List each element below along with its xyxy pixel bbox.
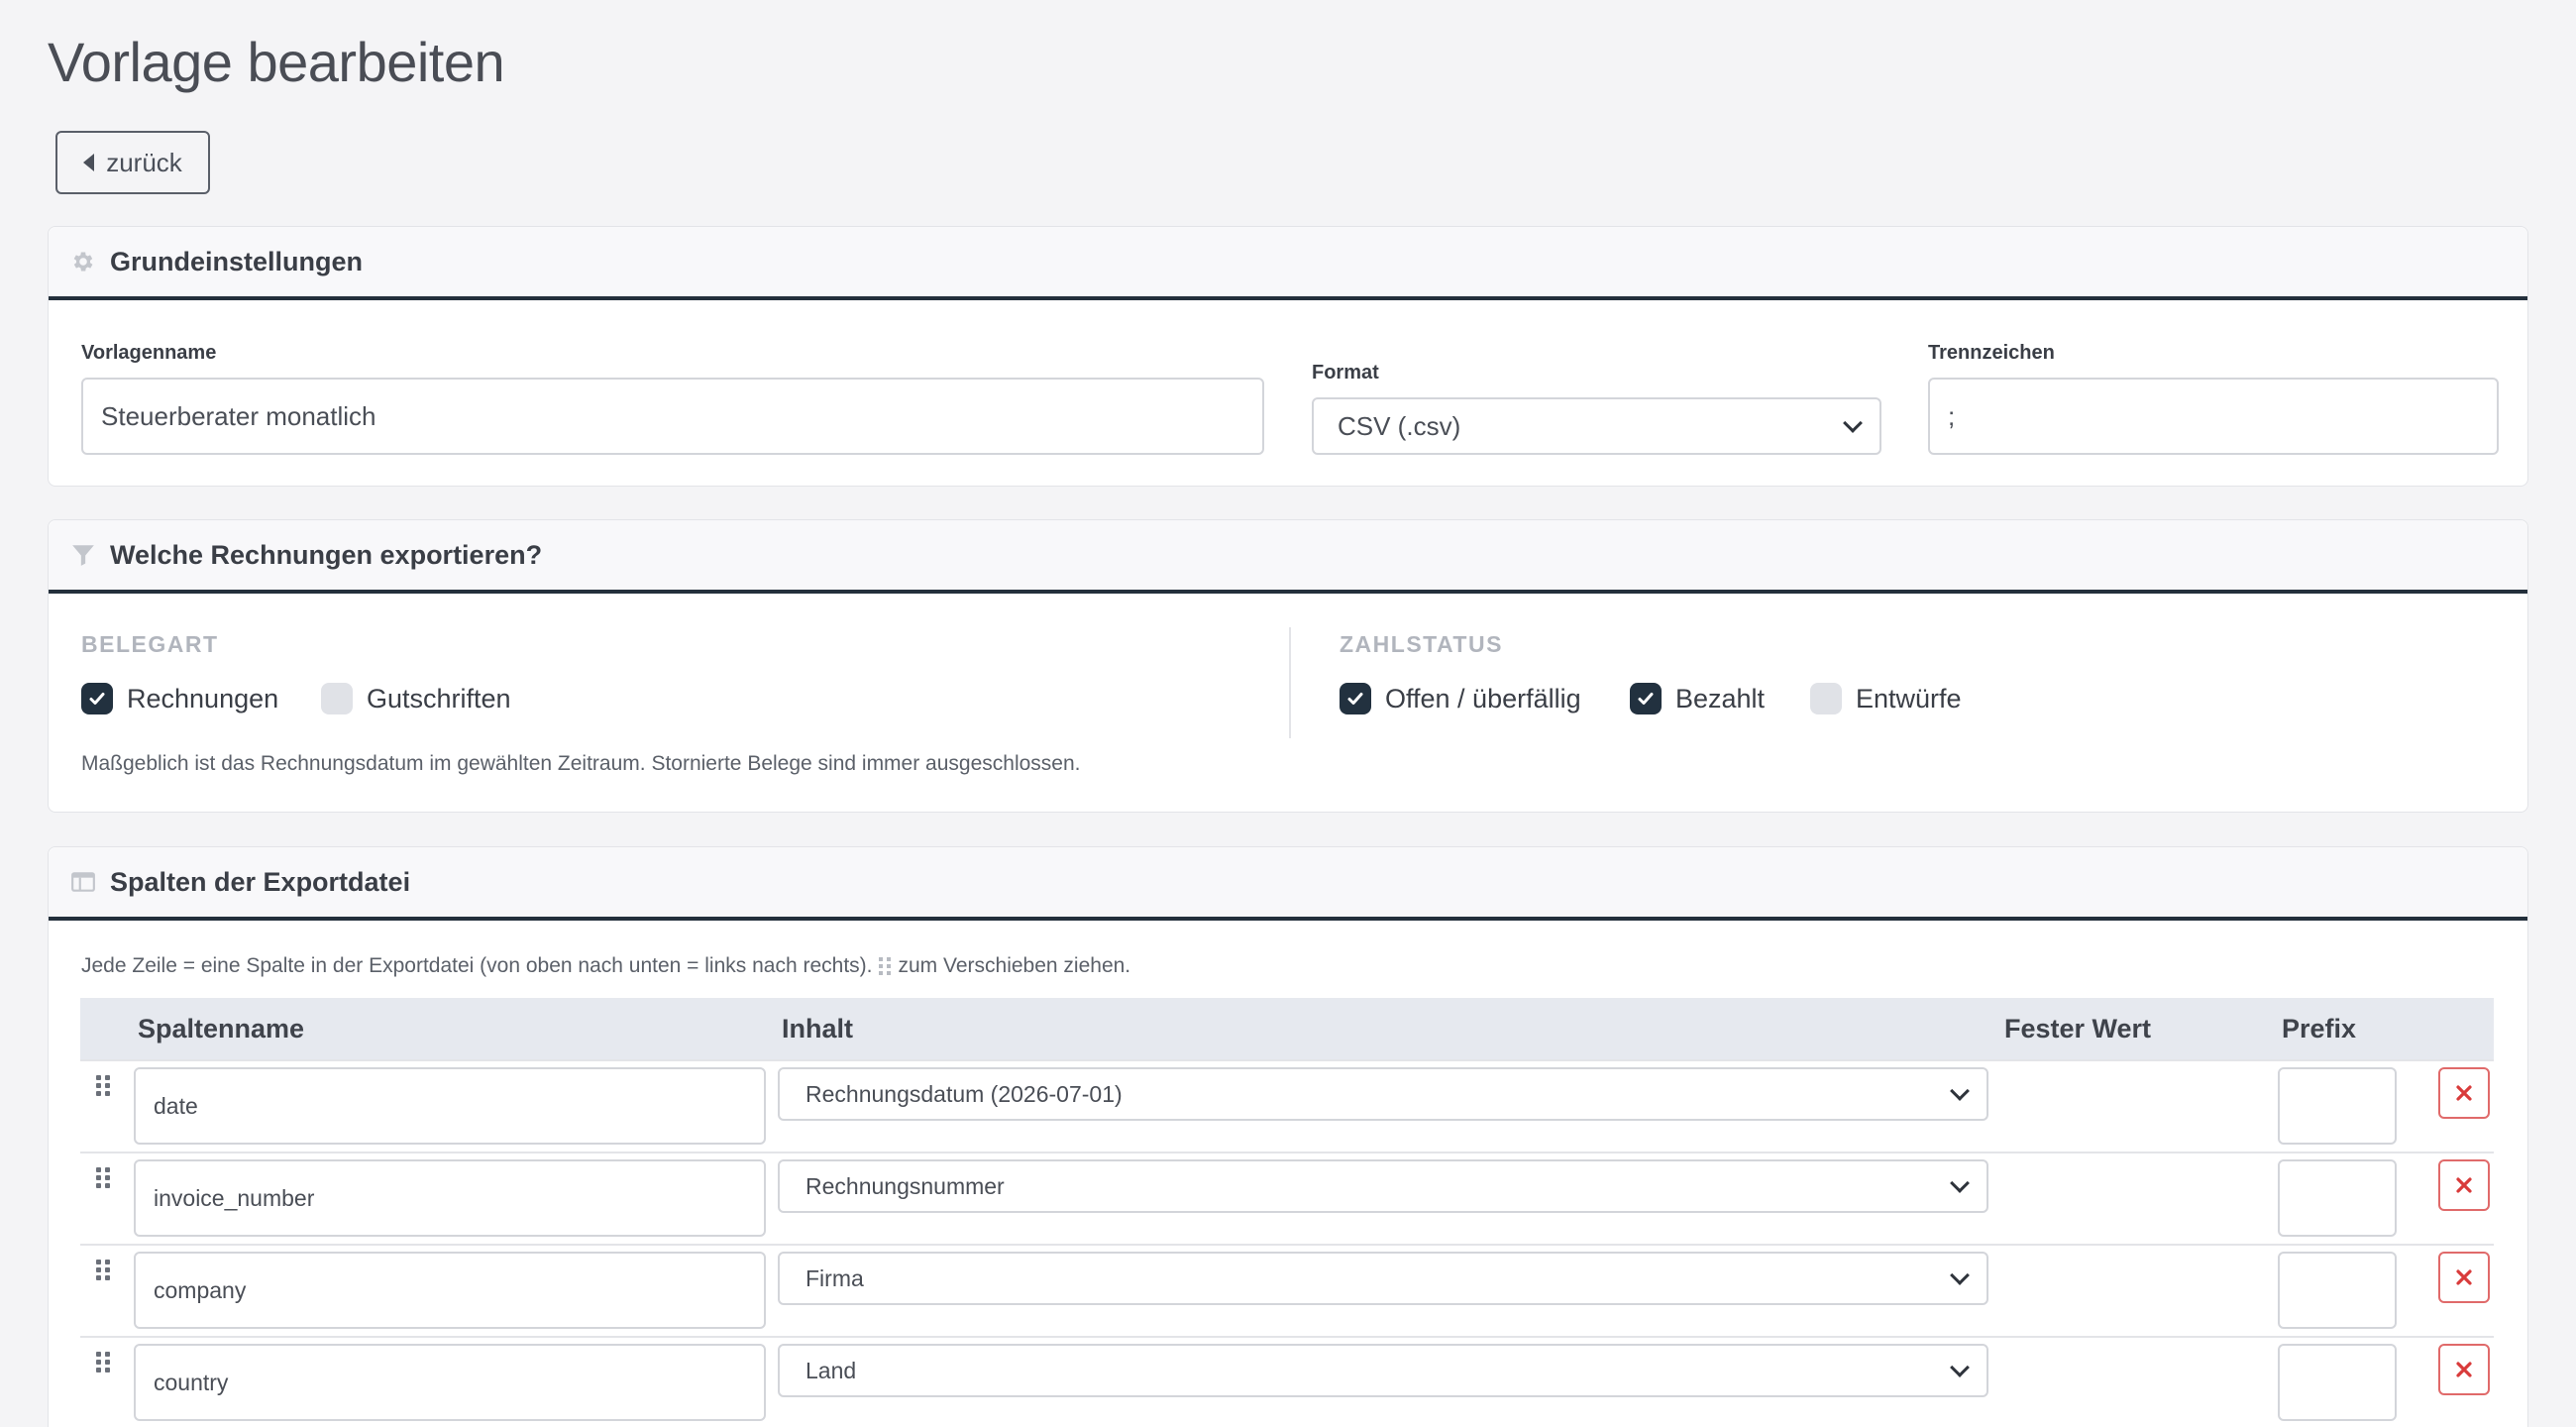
basic-settings-card: Grundeinstellungen Vorlagenname Steuerbe… (48, 226, 2528, 487)
checkbox-gutschriften[interactable]: Gutschriften (321, 683, 511, 714)
table-columns-icon (71, 872, 95, 892)
delete-row-button[interactable] (2438, 1344, 2490, 1395)
back-button[interactable]: zurück (55, 131, 210, 194)
checkbox-label: Rechnungen (127, 683, 279, 714)
content-select-value: Rechnungsnummer (805, 1172, 1005, 1199)
header-inhalt: Inhalt (782, 1014, 853, 1043)
checkbox-label: Bezahlt (1675, 683, 1766, 714)
table-row: company Firma (80, 1244, 2494, 1336)
checkbox-label: Entwürfe (1856, 683, 1962, 714)
checkbox-label: Gutschriften (367, 683, 511, 714)
chevron-down-icon (1950, 1265, 1970, 1285)
gear-icon (73, 252, 93, 272)
zahlstatus-title: ZAHLSTATUS (1340, 631, 1503, 657)
close-icon (2456, 1362, 2472, 1377)
filter-help-text: Maßgeblich ist das Rechnungsdatum im gew… (81, 752, 1081, 775)
header-spaltenname: Spaltenname (138, 1014, 305, 1043)
chevron-down-icon (1950, 1081, 1970, 1101)
columns-help-text: Jede Zeile = eine Spalte in der Exportda… (81, 954, 1130, 978)
checkbox-offen[interactable]: Offen / überfällig (1340, 683, 1581, 714)
filter-header: Welche Rechnungen exportieren? (49, 520, 2527, 594)
basic-settings-header: Grundeinstellungen (49, 227, 2527, 300)
filter-divider (1289, 627, 1291, 738)
checkbox-label: Offen / überfällig (1385, 683, 1581, 714)
close-icon (2456, 1177, 2472, 1193)
template-name-input[interactable]: Steuerberater monatlich (81, 378, 1264, 455)
checkmark-icon (1347, 693, 1363, 705)
prefix-input[interactable] (2278, 1067, 2397, 1145)
columns-help-before: Jede Zeile = eine Spalte in der Exportda… (81, 954, 873, 977)
funnel-icon (72, 545, 94, 566)
prefix-input[interactable] (2278, 1159, 2397, 1237)
close-icon (2456, 1085, 2472, 1101)
drag-handle-icon[interactable] (96, 1352, 114, 1375)
column-name-input[interactable]: date (134, 1067, 766, 1145)
caret-left-icon (83, 154, 95, 171)
page-title: Vorlage bearbeiten (48, 31, 505, 93)
separator-label: Trennzeichen (1928, 342, 2055, 364)
checkbox-box[interactable] (1810, 683, 1842, 714)
column-name-input[interactable]: company (134, 1252, 766, 1329)
belegart-title: BELEGART (81, 631, 219, 657)
template-name-label: Vorlagenname (81, 342, 217, 364)
prefix-input[interactable] (2278, 1344, 2397, 1421)
content-select[interactable]: Rechnungsnummer (778, 1159, 1988, 1213)
column-name-input[interactable]: invoice_number (134, 1159, 766, 1237)
drag-handle-icon[interactable] (96, 1075, 114, 1099)
checkbox-box[interactable] (321, 683, 353, 714)
checkmark-icon (89, 693, 105, 705)
checkbox-box[interactable] (1630, 683, 1662, 714)
separator-input[interactable]: ; (1928, 378, 2499, 455)
checkmark-icon (1638, 693, 1654, 705)
table-row: country Land (80, 1336, 2494, 1427)
checkbox-entwuerfe[interactable]: Entwürfe (1810, 683, 1962, 714)
columns-header: Spalten der Exportdatei (49, 847, 2527, 921)
drag-handle-icon[interactable] (96, 1260, 114, 1283)
columns-card: Spalten der Exportdatei Jede Zeile = ein… (48, 846, 2528, 1427)
content-select-value: Land (805, 1357, 857, 1383)
content-select[interactable]: Rechnungsdatum (2026-07-01) (778, 1067, 1988, 1121)
header-fester-wert: Fester Wert (2004, 1014, 2152, 1043)
chevron-down-icon (1843, 413, 1863, 433)
drag-handle-icon (878, 956, 893, 976)
drag-handle-icon[interactable] (96, 1167, 114, 1191)
columns-title: Spalten der Exportdatei (110, 866, 411, 897)
format-label: Format (1312, 362, 1379, 384)
close-icon (2456, 1269, 2472, 1285)
table-row: invoice_number Rechnungsnummer (80, 1152, 2494, 1244)
table-row: date Rechnungsdatum (2026-07-01) (80, 1059, 2494, 1152)
columns-table-header: Spaltenname Inhalt Fester Wert Prefix (80, 998, 2494, 1059)
chevron-down-icon (1950, 1358, 1970, 1377)
checkbox-rechnungen[interactable]: Rechnungen (81, 683, 278, 714)
prefix-input[interactable] (2278, 1252, 2397, 1329)
checkbox-box[interactable] (1340, 683, 1371, 714)
format-select[interactable]: CSV (.csv) (1312, 397, 1881, 455)
columns-help-after: zum Verschieben ziehen. (898, 954, 1131, 977)
back-button-label: zurück (106, 147, 182, 177)
column-name-input[interactable]: country (134, 1344, 766, 1421)
checkbox-bezahlt[interactable]: Bezahlt (1630, 683, 1765, 714)
format-select-value: CSV (.csv) (1338, 410, 1461, 441)
filter-title: Welche Rechnungen exportieren? (110, 539, 543, 570)
chevron-down-icon (1950, 1173, 1970, 1193)
content-select[interactable]: Firma (778, 1252, 1988, 1305)
delete-row-button[interactable] (2438, 1159, 2490, 1211)
filter-card: Welche Rechnungen exportieren? BELEGART … (48, 519, 2528, 813)
checkbox-box[interactable] (81, 683, 113, 714)
content-select-value: Rechnungsdatum (2026-07-01) (805, 1080, 1123, 1107)
header-prefix: Prefix (2282, 1014, 2357, 1043)
delete-row-button[interactable] (2438, 1252, 2490, 1303)
delete-row-button[interactable] (2438, 1067, 2490, 1119)
basic-settings-title: Grundeinstellungen (110, 246, 364, 276)
content-select[interactable]: Land (778, 1344, 1988, 1397)
content-select-value: Firma (805, 1264, 864, 1291)
